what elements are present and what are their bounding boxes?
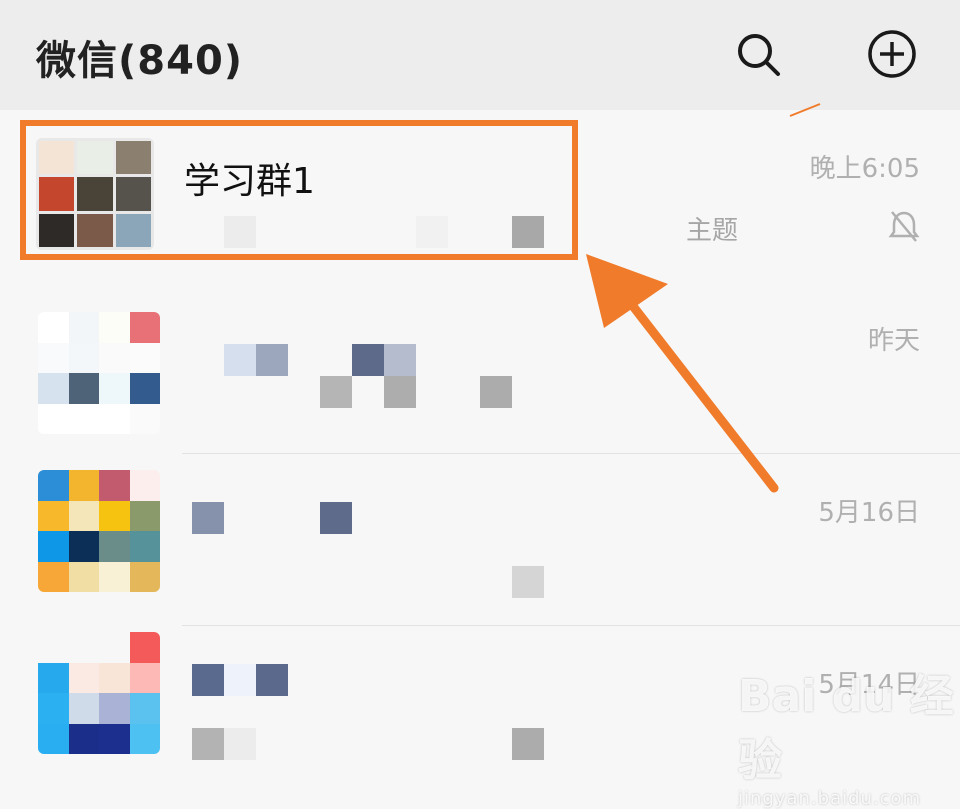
chat-subtitle: 主题: [686, 216, 739, 246]
avatar: [38, 312, 160, 434]
plus-circle-icon[interactable]: [866, 28, 918, 80]
chat-item[interactable]: 昨天: [0, 282, 960, 454]
avatar: [38, 632, 160, 754]
chat-item[interactable]: 5月16日: [0, 454, 960, 626]
highlight-box: [20, 120, 578, 260]
top-bar: 微信(840): [0, 0, 960, 110]
chat-time: 晚上6:05: [809, 154, 920, 184]
avatar: [38, 470, 160, 592]
app-title: 微信(840): [36, 38, 244, 84]
watermark-url: jingyan.baidu.com: [738, 788, 922, 809]
search-icon[interactable]: [732, 28, 784, 80]
watermark: Bai du 经验 jingyan.baidu.com: [738, 660, 960, 809]
chat-time: 昨天: [867, 326, 920, 356]
mute-bell-icon: [888, 211, 920, 242]
watermark-brand: Bai du 经验: [738, 671, 954, 786]
chat-time: 5月16日: [818, 498, 920, 528]
